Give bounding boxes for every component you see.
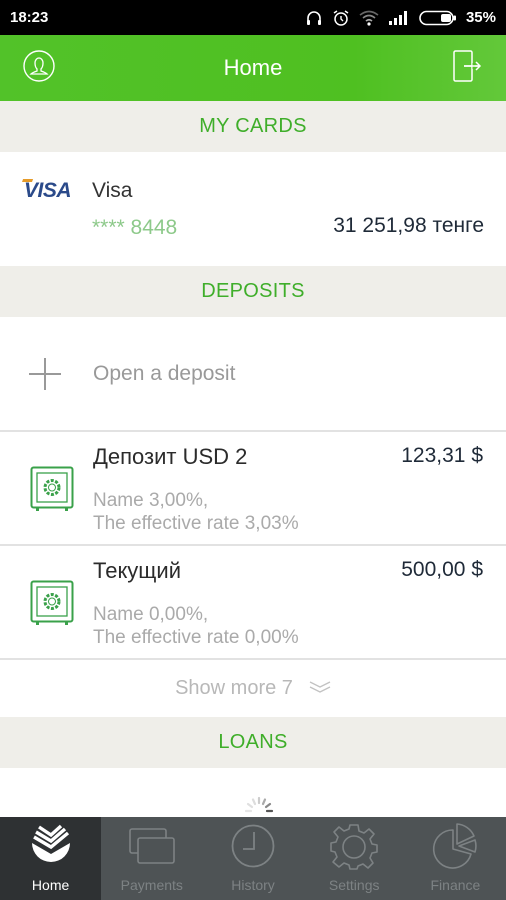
deposit-rate: Name 0,00%, The effective rate 0,00% (93, 603, 299, 649)
app-header: Home (0, 35, 506, 101)
clock-icon (230, 821, 276, 871)
nav-finance[interactable]: Finance (405, 817, 506, 900)
logout-icon (452, 49, 482, 88)
deposit-effective-rate: The effective rate 3,03% (93, 513, 299, 534)
deposit-effective-rate: The effective rate 0,00% (93, 627, 299, 648)
loans-content (0, 768, 506, 820)
nav-home[interactable]: Home (0, 817, 102, 900)
visa-logo-icon: VISA (20, 179, 72, 203)
deposit-rate-name: Name 3,00%, (93, 490, 209, 511)
status-icons: 35% (305, 9, 496, 27)
card-balance: 31 251,98 тенге (333, 214, 484, 237)
nav-label: History (231, 877, 275, 893)
open-deposit-button[interactable]: Open a deposit (0, 317, 506, 432)
alarm-icon (332, 9, 350, 27)
deposit-name: Депозит USD 2 (93, 444, 248, 469)
wifi-icon (359, 10, 379, 26)
show-more-label: Show more 7 (175, 677, 293, 699)
battery-icon (419, 10, 457, 26)
show-more-button[interactable]: Show more 7 (0, 660, 506, 717)
screen: 18:23 35% Home MY CARDS VISA Visa **** 8… (0, 0, 506, 900)
double-chevron-down-icon (309, 677, 331, 700)
page-title: Home (223, 55, 283, 80)
deposit-rate: Name 3,00%, The effective rate 3,03% (93, 489, 299, 535)
nav-payments[interactable]: Payments (101, 817, 202, 900)
deposit-amount: 123,31 $ (401, 444, 483, 467)
card-name: Visa (92, 179, 133, 202)
bottom-nav: Home Payments History Settings Finance (0, 817, 506, 900)
headset-icon (305, 9, 323, 27)
cards-icon (128, 821, 176, 871)
deposit-amount: 500,00 $ (401, 558, 483, 581)
section-deposits: DEPOSITS (0, 266, 506, 317)
nav-label: Payments (120, 877, 183, 893)
nav-label: Finance (430, 877, 481, 893)
nav-label: Home (31, 877, 70, 893)
section-loans: LOANS (0, 717, 506, 768)
plus-icon (29, 357, 61, 390)
open-deposit-label: Open a deposit (93, 361, 236, 385)
profile-button[interactable] (22, 49, 56, 87)
bank-logo-icon (28, 821, 74, 871)
logout-button[interactable] (450, 49, 484, 88)
signal-icon (388, 10, 410, 25)
status-bar: 18:23 35% (0, 0, 506, 35)
card-number: **** 8448 (92, 216, 178, 239)
safe-icon (30, 580, 74, 633)
nav-label: Settings (328, 877, 380, 893)
profile-icon (23, 49, 55, 87)
safe-icon (30, 466, 74, 519)
deposit-item[interactable]: Текущий 500,00 $ Name 0,00%, The effecti… (0, 546, 506, 660)
deposit-name: Текущий (93, 558, 181, 583)
deposit-item[interactable]: Депозит USD 2 123,31 $ Name 3,00%, The e… (0, 432, 506, 546)
battery-percent: 35% (465, 9, 496, 26)
deposit-rate-name: Name 0,00%, (93, 604, 209, 625)
status-time: 18:23 (10, 9, 49, 26)
gear-icon (330, 821, 379, 871)
card-item[interactable]: VISA Visa **** 8448 31 251,98 тенге (0, 152, 506, 266)
section-my-cards: MY CARDS (0, 101, 506, 152)
nav-history[interactable]: History (202, 817, 303, 900)
nav-settings[interactable]: Settings (304, 817, 405, 900)
pie-chart-icon (431, 821, 479, 871)
